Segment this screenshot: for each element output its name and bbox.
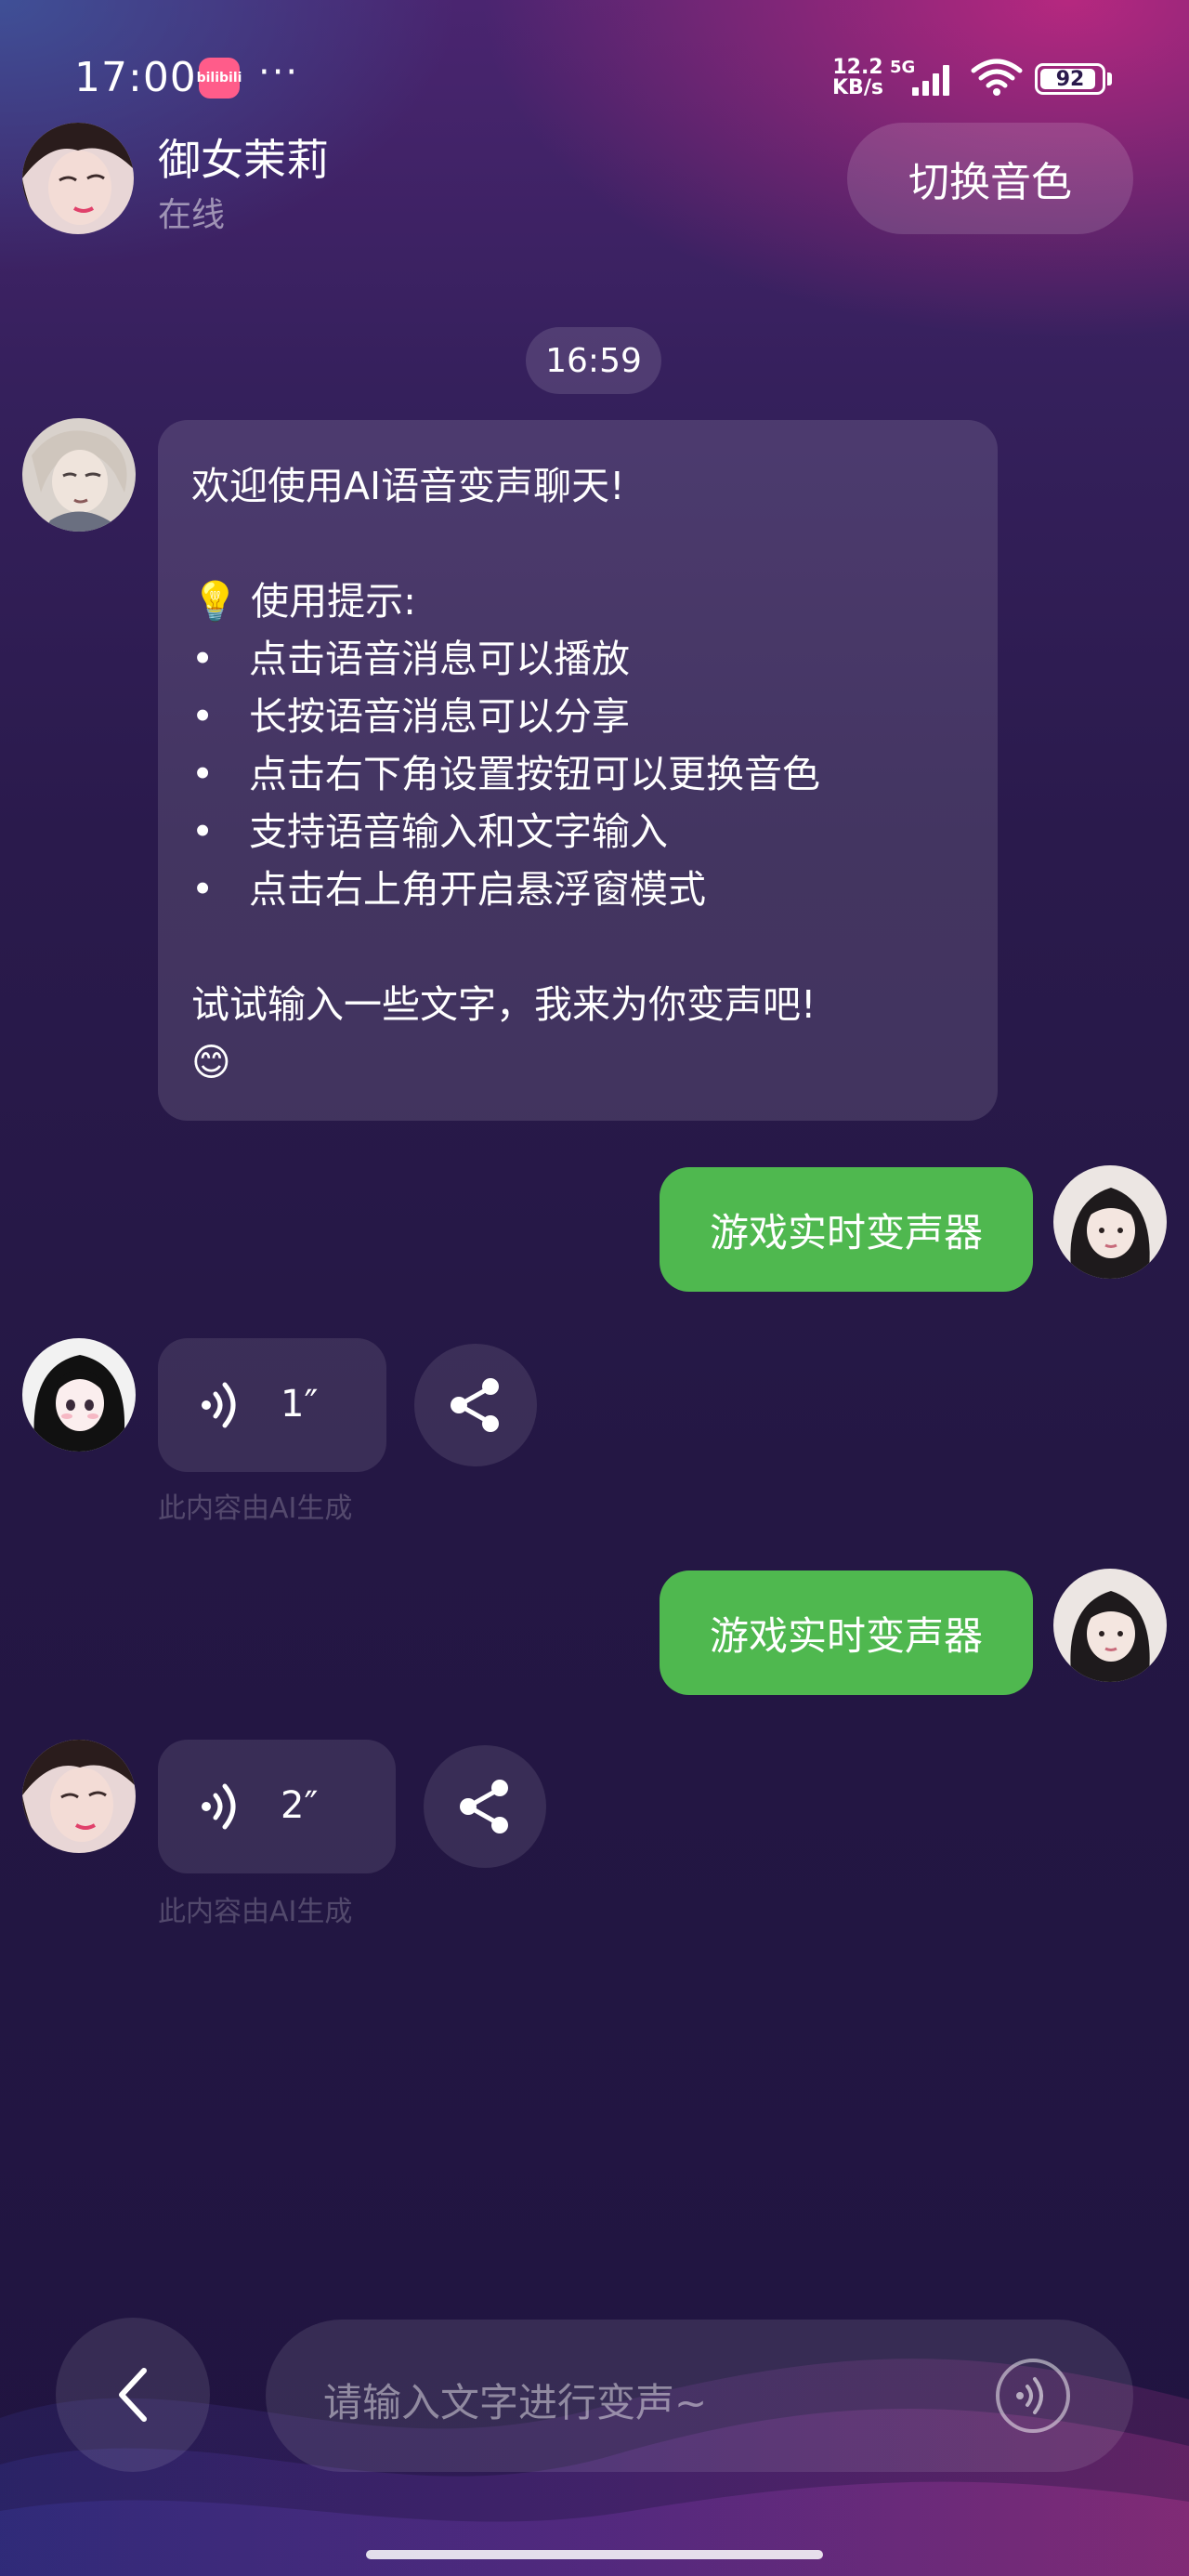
ai-avatar[interactable] [22,1338,136,1452]
ai-generated-note: 此内容由AI生成 [158,1896,353,1928]
message-timestamp: 16:59 [526,327,661,394]
welcome-title: 欢迎使用AI语音变声聊天! [191,464,625,508]
share-button[interactable] [424,1745,546,1868]
text-input-field[interactable]: 请输入文字进行变声~ [266,2320,1133,2472]
ai-avatar[interactable] [22,418,136,532]
share-button[interactable] [414,1344,537,1466]
welcome-message-bubble[interactable]: 欢迎使用AI语音变声聊天! 💡 使用提示: • 点击语音消息可以播放 • 长按语音消… [158,420,998,1121]
tip-text: 点击语音消息可以播放 [249,637,630,681]
voice-duration: 1″ [281,1383,319,1426]
input-placeholder: 请输入文字进行变声~ [323,2380,708,2425]
ai-avatar[interactable] [22,1740,136,1853]
voice-input-button[interactable] [994,2357,1072,2435]
tip-text: 点击右下角设置按钮可以更换音色 [249,752,820,796]
battery-cap [1107,72,1112,85]
battery-icon: 92 [1035,63,1105,95]
wifi-icon [971,59,1023,96]
tip-text: 支持语音输入和文字输入 [249,809,668,854]
welcome-closing: 试试输入一些文字，我来为你变声吧! [191,982,817,1027]
tip-text: 点击右上角开启悬浮窗模式 [249,867,706,912]
more-notifications-icon: ··· [258,51,300,94]
tip-text: 长按语音消息可以分享 [249,694,630,739]
voice-wave-icon [202,1783,236,1830]
share-icon [451,1378,499,1432]
contact-name: 御女茉莉 [158,135,329,185]
chevron-left-icon [119,2368,147,2422]
switch-voice-button[interactable]: 切换音色 [847,123,1133,234]
status-bar: 17:00 bilibili ··· 12.2 KB/s 5G 92 [0,0,1189,112]
home-indicator[interactable] [366,2550,823,2559]
contact-online-status: 在线 [158,196,226,234]
voice-message-bubble[interactable]: 2″ [158,1740,396,1873]
tip-item: • 点击右下角设置按钮可以更换音色 [191,745,964,803]
network-speed: 12.2 KB/s [832,58,883,99]
ai-generated-note: 此内容由AI生成 [158,1492,353,1525]
tip-item: • 长按语音消息可以分享 [191,688,964,745]
user-avatar[interactable] [1053,1569,1167,1682]
signal-icon [912,65,949,96]
network-speed-value: 12.2 [832,56,883,79]
share-icon [460,1780,508,1833]
user-avatar[interactable] [1053,1165,1167,1279]
network-speed-unit: KB/s [832,76,883,99]
back-button[interactable] [56,2318,210,2472]
tip-item: • 点击语音消息可以播放 [191,630,964,688]
tip-item: • 点击右上角开启悬浮窗模式 [191,861,964,918]
bilibili-app-icon: bilibili [196,58,242,99]
user-message-bubble[interactable]: 游戏实时变声器 [660,1167,1033,1292]
contact-avatar[interactable] [22,123,134,234]
app-icon-label: bilibili [196,71,242,85]
tips-heading: 💡 使用提示: [191,579,416,624]
battery-level: 92 [1055,67,1085,91]
voice-duration: 2″ [281,1784,319,1827]
smile-emoji: 😊 [191,1040,231,1084]
status-time: 17:00 [74,54,197,101]
voice-message-bubble[interactable]: 1″ [158,1338,386,1472]
voice-wave-icon [202,1382,236,1428]
user-message-bubble[interactable]: 游戏实时变声器 [660,1571,1033,1695]
tip-item: • 支持语音输入和文字输入 [191,803,964,861]
